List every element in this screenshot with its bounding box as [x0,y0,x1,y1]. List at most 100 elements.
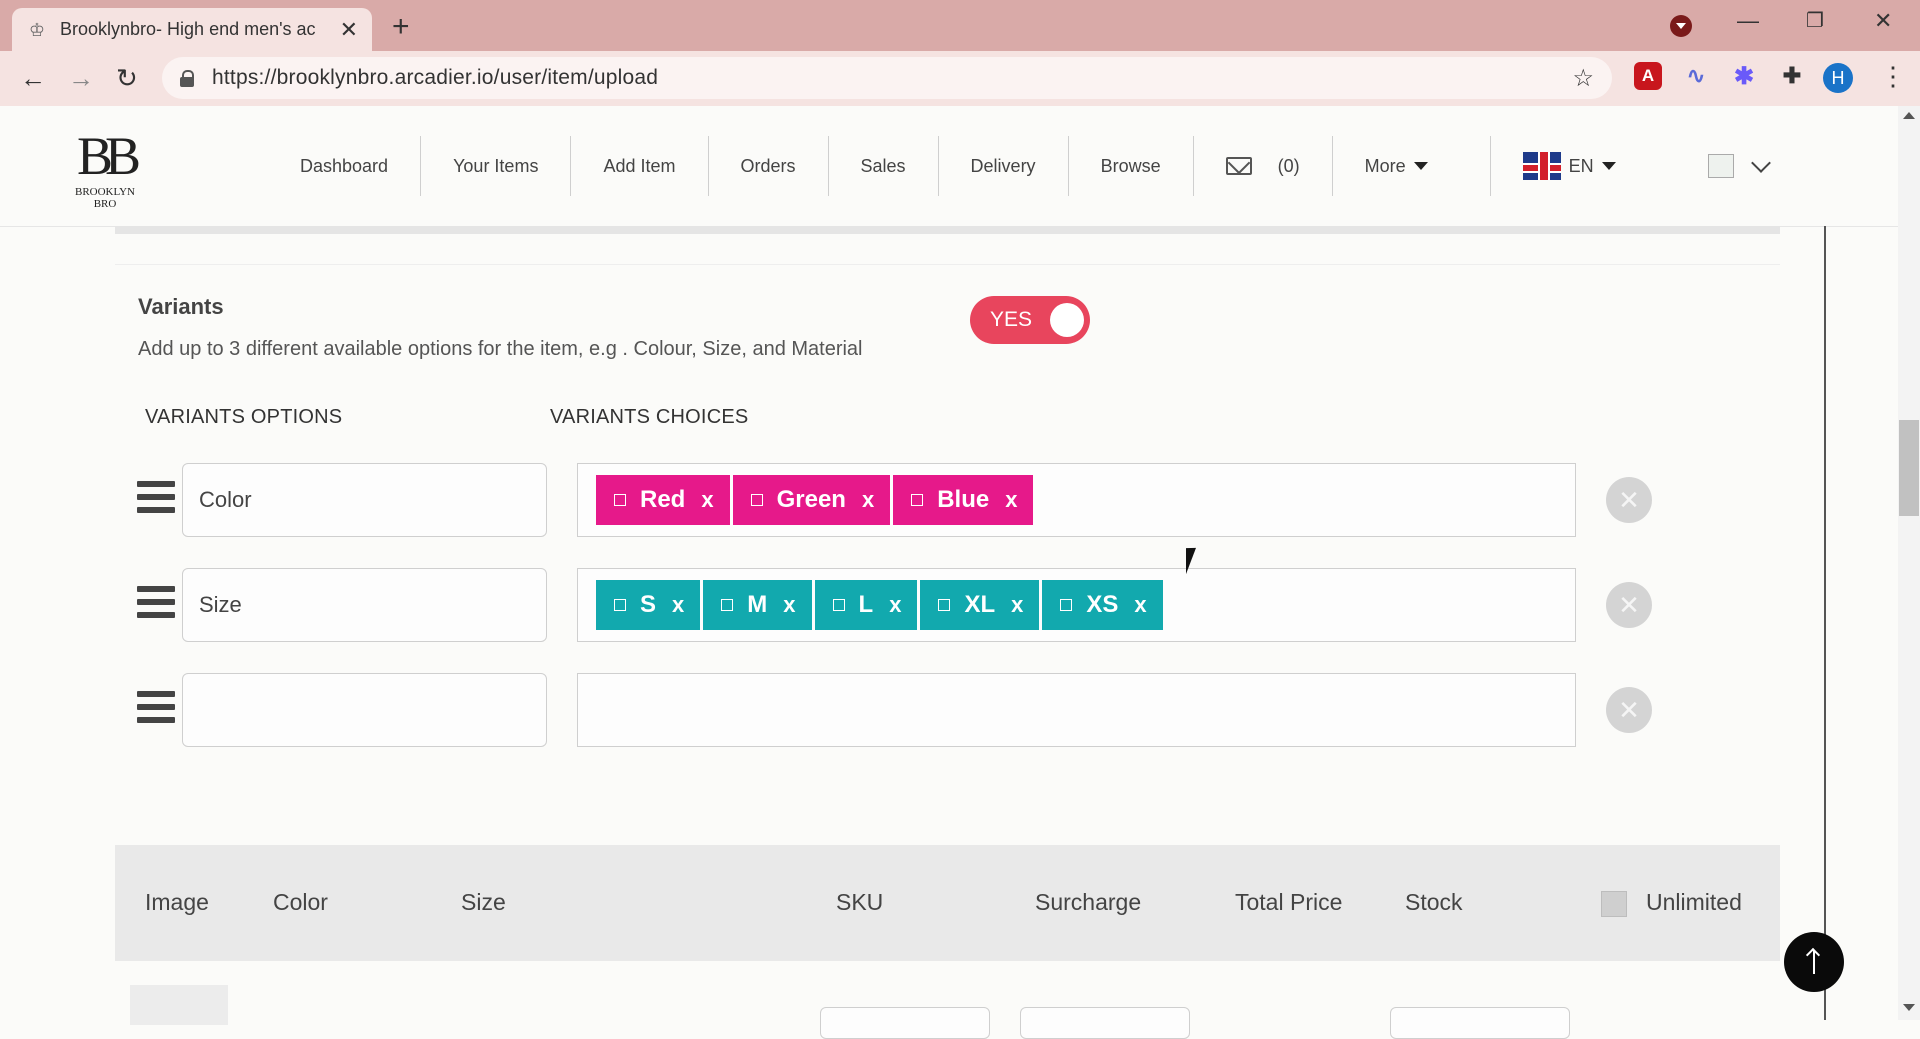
col-sku: SKU [836,889,884,915]
language-selector[interactable]: EN [1491,136,1676,196]
nav-delivery[interactable]: Delivery [939,136,1069,196]
choice-chip[interactable]: XL x [920,580,1040,630]
checkbox-icon [721,599,734,611]
nav-sales[interactable]: Sales [829,136,939,196]
user-menu[interactable] [1676,136,1800,196]
nav-your-items[interactable]: Your Items [421,136,572,196]
profile-avatar[interactable]: H [1823,63,1853,93]
minimize-icon[interactable]: — [1737,8,1759,34]
variant-option-input[interactable] [182,673,547,747]
drag-handle-icon[interactable] [137,481,175,519]
reload-icon[interactable]: ↻ [116,63,138,94]
chevron-down-icon [1750,153,1771,173]
variant-row: ✕ [0,673,1800,749]
logo-monogram: BB [76,126,141,186]
sku-input[interactable] [820,1007,990,1039]
checkbox-icon [938,599,951,611]
nav-more[interactable]: More [1333,136,1491,196]
checkbox-icon [832,599,845,611]
pdf-extension-icon[interactable]: A [1634,62,1662,90]
sparkle-extension-icon[interactable]: ✱ [1730,62,1758,90]
messages-count: (0) [1277,155,1300,176]
checkbox-icon [1060,599,1073,611]
variant-choices-input[interactable]: Red x Green x Blue x [577,463,1576,537]
col-image: Image [145,889,209,915]
nav-browse[interactable]: Browse [1069,136,1194,196]
chip-remove-icon[interactable]: x [1011,592,1023,618]
variant-option-input[interactable]: Color [182,463,547,537]
variant-row: Color Red x Green x Blue x ✕ [0,463,1800,539]
scroll-down-arrow-icon[interactable] [1903,1004,1915,1011]
back-to-top-button[interactable] [1784,932,1844,992]
choice-chip[interactable]: Blue x [893,475,1034,525]
audio-extension-icon[interactable]: ∿ [1682,62,1710,90]
checkbox-icon [614,494,626,506]
tab-search-icon[interactable] [1670,15,1692,37]
nav-dashboard[interactable]: Dashboard [268,136,422,196]
choice-chip[interactable]: Lx [814,580,918,630]
chip-remove-icon[interactable]: x [889,592,901,618]
choice-chip[interactable]: Green x [732,475,891,525]
variants-table-header: Image Color Size SKU Surcharge Total Pri… [115,845,1780,961]
variant-image-thumbnail[interactable] [130,985,228,1025]
restore-icon[interactable]: ❐ [1806,8,1824,33]
variants-title: Variants [138,294,224,319]
choice-chip[interactable]: XS x [1042,580,1163,630]
browser-menu-icon[interactable]: ⋮ [1880,61,1906,92]
back-icon[interactable]: ← [20,63,46,94]
variant-choices-input[interactable] [577,673,1576,747]
surcharge-input[interactable] [1020,1007,1190,1039]
user-avatar-image [1707,154,1734,178]
choice-chip[interactable]: Mx [703,580,812,630]
variant-option-input[interactable]: Size [182,568,547,642]
page-scrollbar[interactable] [1898,106,1920,1020]
chip-remove-icon[interactable]: x [783,592,795,618]
extensions-puzzle-icon[interactable]: ✚ [1778,62,1806,90]
chip-remove-icon[interactable]: x [672,592,684,618]
variants-toggle[interactable]: YES [970,296,1090,344]
remove-variant-button[interactable]: ✕ [1606,687,1652,733]
col-surcharge: Surcharge [1035,889,1142,915]
main-nav: Dashboard Your Items Add Item Orders Sal… [268,106,1800,226]
variant-row: Size Sx Mx Lx XL x XS x ✕ [0,568,1800,644]
choice-chip[interactable]: Sx [596,580,701,630]
browser-tab[interactable]: ♔ Brooklynbro- High end men's ac ✕ [12,8,372,51]
stock-input[interactable] [1390,1007,1570,1039]
address-bar[interactable]: https://brooklynbro.arcadier.io/user/ite… [162,57,1612,99]
chip-remove-icon[interactable]: x [1005,487,1017,513]
chip-label: XS [1086,591,1119,618]
col-unlimited: Unlimited [1646,889,1742,915]
forward-icon[interactable]: → [68,63,94,94]
chip-label: Blue [937,486,990,513]
variants-choices-heading: VARIANTS CHOICES [550,406,749,428]
window-close-icon[interactable]: ✕ [1874,8,1892,34]
drag-handle-icon[interactable] [137,691,175,729]
remove-variant-button[interactable]: ✕ [1606,582,1652,628]
scrollbar-thumb[interactable] [1899,420,1919,516]
chip-remove-icon[interactable]: x [862,487,874,513]
site-favicon-icon: ♔ [28,19,46,40]
variants-description: Add up to 3 different available options … [138,338,863,360]
tab-title: Brooklynbro- High end men's ac [60,19,316,39]
mail-icon [1225,157,1252,175]
scroll-up-arrow-icon[interactable] [1903,112,1915,119]
caret-down-icon [1601,162,1616,170]
close-tab-icon[interactable]: ✕ [340,17,358,43]
remove-variant-button[interactable]: ✕ [1606,477,1652,523]
url-text: https://brooklynbro.arcadier.io/user/ite… [212,66,659,89]
drag-handle-icon[interactable] [137,586,175,624]
site-logo[interactable]: BB BROOKLYN BRO [66,126,144,210]
variant-choices-input[interactable]: Sx Mx Lx XL x XS x [577,568,1576,642]
col-total-price: Total Price [1235,889,1343,915]
language-label: EN [1568,155,1594,176]
nav-messages[interactable]: (0) [1194,136,1333,196]
choice-chip[interactable]: Red x [596,475,730,525]
chip-remove-icon[interactable]: x [701,487,713,513]
chip-remove-icon[interactable]: x [1134,592,1146,618]
new-tab-icon[interactable]: + [392,10,410,44]
bookmark-star-icon[interactable]: ☆ [1572,64,1594,93]
nav-add-item[interactable]: Add Item [571,136,709,196]
unlimited-checkbox[interactable] [1601,891,1627,917]
nav-orders[interactable]: Orders [709,136,829,196]
mouse-cursor-icon [1186,547,1196,575]
